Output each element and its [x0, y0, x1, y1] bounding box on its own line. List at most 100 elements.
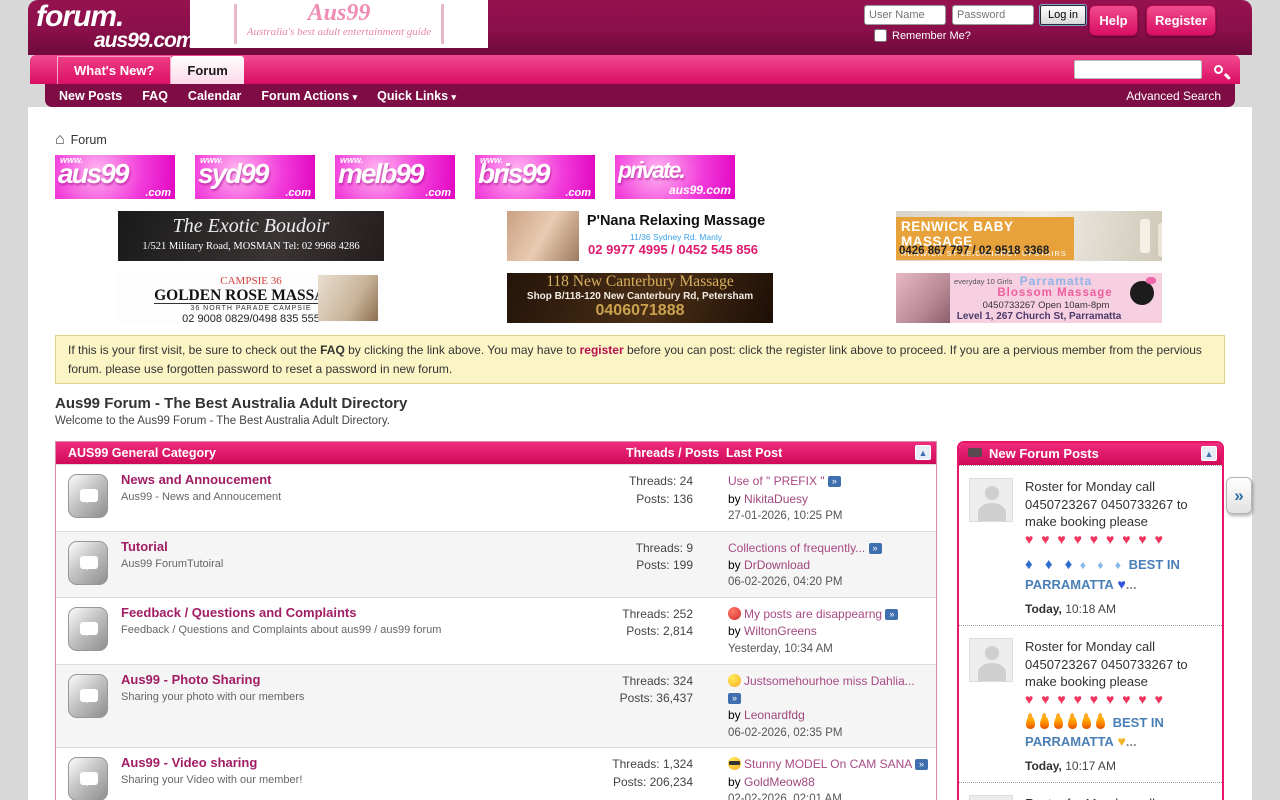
chevron-down-icon: ▾	[353, 92, 358, 102]
first-visit-notice: If this is your first visit, be sure to …	[55, 335, 1225, 384]
password-input[interactable]	[952, 5, 1034, 25]
tab-forum[interactable]: Forum	[171, 56, 243, 84]
ad-renwick-massage[interactable]: RENWICK BABY MASSAGE RENWICK ST LEICHHAR…	[896, 211, 1162, 261]
last-post-link[interactable]: Stunny MODEL On CAM SANA	[744, 757, 912, 771]
speech-bubble-icon	[968, 448, 982, 457]
heart-emojis: ♥ ♥ ♥ ♥ ♥ ♥ ♥ ♥ ♥	[1025, 691, 1214, 708]
tab-whats-new[interactable]: What's New?	[57, 56, 171, 84]
sidebar-header: New Forum Posts ▲	[959, 443, 1222, 465]
last-post-column-header: Last Post	[726, 442, 782, 464]
last-post-user-link[interactable]: DrDownload	[744, 558, 810, 572]
banner-melb99[interactable]: www. melb99 .com	[335, 155, 455, 199]
goto-last-post-icon[interactable]: »	[915, 759, 928, 770]
faq-link[interactable]: FAQ	[320, 343, 345, 357]
nav-calendar[interactable]: Calendar	[188, 89, 242, 103]
search-button[interactable]	[1202, 61, 1234, 79]
header-banner-ad[interactable]: Aus99 Australia's best adult entertainme…	[190, 0, 488, 48]
speech-bubble-icon	[80, 772, 98, 785]
cool-face-icon	[728, 757, 741, 770]
forum-stats: Threads: 1,324Posts: 206,234	[558, 755, 693, 800]
last-post-link[interactable]: My posts are disappearng	[744, 607, 882, 621]
home-icon[interactable]: ⌂	[55, 131, 65, 149]
username-input[interactable]	[864, 5, 946, 25]
last-post-user-link[interactable]: NikitaDuesy	[744, 492, 808, 506]
forum-link[interactable]: News and Annoucement	[121, 472, 558, 487]
forum-link[interactable]: Aus99 - Photo Sharing	[121, 672, 558, 687]
new-forum-posts-panel: New Forum Posts ▲ Roster for Monday call…	[957, 441, 1224, 800]
last-post-user-link[interactable]: Leonardfdg	[744, 708, 805, 722]
forum-description: Sharing your photo with our members	[121, 691, 558, 703]
banner-aus99[interactable]: www. aus99 .com	[55, 155, 175, 199]
forum-stats: Threads: 252Posts: 2,814	[558, 605, 693, 657]
forum-stats: Threads: 24Posts: 136	[558, 472, 693, 524]
search-icon	[1214, 65, 1223, 74]
login-bar: Log in	[864, 5, 1086, 25]
forum-link[interactable]: Tutorial	[121, 539, 558, 554]
avatar	[969, 795, 1013, 800]
nav-new-posts[interactable]: New Posts	[59, 89, 122, 103]
page-title: Aus99 Forum - The Best Australia Adult D…	[55, 395, 1252, 412]
sidebar-expand-button[interactable]: »	[1226, 477, 1252, 514]
login-button[interactable]: Log in	[1040, 5, 1086, 25]
ad-pnana-massage[interactable]: P'Nana Relaxing Massage 11/36 Sydney Rd.…	[507, 211, 773, 261]
last-post-link[interactable]: Use of " PREFIX "	[728, 474, 825, 488]
ad-golden-rose-massage[interactable]: CAMPSIE 36 GOLDEN ROSE MASSAGE 36 NORTH …	[118, 273, 384, 323]
angry-face-icon	[728, 607, 741, 620]
breadcrumb-forum[interactable]: Forum	[71, 133, 107, 147]
remember-me-checkbox[interactable]	[874, 29, 887, 42]
forum-description: Aus99 ForumTutoiral	[121, 558, 558, 570]
nav-quick-links[interactable]: Quick Links ▾	[377, 89, 456, 103]
forum-row-tutorial: Tutorial Aus99 ForumTutoiral Threads: 9P…	[56, 531, 936, 597]
register-button[interactable]: Register	[1146, 5, 1216, 36]
collapse-category-button[interactable]: ▲	[915, 445, 931, 460]
ad-canterbury-massage[interactable]: 118 New Canterbury Massage Shop B/118-12…	[507, 273, 773, 323]
post-text[interactable]: Roster for Monday call 0450723267 045073…	[1025, 479, 1188, 529]
breadcrumb: ⌂ Forum	[55, 131, 1252, 149]
page-content: ⌂ Forum www. aus99 .com www. syd99 .com …	[28, 107, 1252, 800]
gem-emojis: ♦ ♦ ♦	[1025, 556, 1076, 573]
forum-link[interactable]: Aus99 - Video sharing	[121, 755, 558, 770]
forum-link[interactable]: Feedback / Questions and Complaints	[121, 605, 558, 620]
flame-emojis	[1025, 715, 1109, 730]
forum-row-news: News and Annoucement Aus99 - News and An…	[56, 464, 936, 530]
main-area: AUS99 General Category Threads / Posts L…	[55, 441, 1224, 800]
banner-private-aus99[interactable]: private. aus99.com	[615, 155, 735, 199]
site-logo[interactable]: forum. aus99.com	[36, 2, 194, 51]
nav-faq[interactable]: FAQ	[142, 89, 168, 103]
page-subtitle: Welcome to the Aus99 Forum - The Best Au…	[55, 415, 1252, 427]
ad-parramatta-blossom-massage[interactable]: everyday 10 Girls Parramatta Blossom Mas…	[896, 273, 1162, 323]
nav-forum-actions[interactable]: Forum Actions ▾	[261, 89, 357, 103]
sidebar: New Forum Posts ▲ Roster for Monday call…	[957, 441, 1224, 800]
category-title: AUS99 General Category	[68, 446, 216, 460]
last-post-link[interactable]: Justsomehourhoe miss Dahlia...	[744, 674, 915, 688]
ad-row-1: The Exotic Boudoir 1/521 Military Road, …	[55, 211, 1225, 261]
last-post-cell: Stunny MODEL On CAM SANA » by GoldMeow88…	[728, 755, 928, 800]
banner-pole-graphic	[441, 4, 444, 44]
last-post-cell: Justsomehourhoe miss Dahlia... » by Leon…	[728, 672, 928, 742]
post-text[interactable]: Roster for Monday call 0450723267 045073…	[1025, 639, 1188, 689]
smiley-face-icon	[728, 674, 741, 687]
post-time: Today, 10:18 AM	[1025, 601, 1214, 617]
register-link[interactable]: register	[580, 343, 624, 357]
last-post-date: 06-02-2026, 02:35 PM	[728, 725, 928, 742]
speech-bubble-icon	[80, 556, 98, 569]
last-post-date: 06-02-2026, 04:20 PM	[728, 574, 928, 591]
advanced-search-link[interactable]: Advanced Search	[1126, 89, 1221, 103]
banner-syd99[interactable]: www. syd99 .com	[195, 155, 315, 199]
banner-bris99[interactable]: www. bris99 .com	[475, 155, 595, 199]
post-text[interactable]: Roster for Monday call 0450723267 045073…	[1025, 796, 1188, 800]
goto-last-post-icon[interactable]: »	[828, 476, 841, 487]
goto-last-post-icon[interactable]: »	[885, 609, 898, 620]
speech-bubble-icon	[80, 689, 98, 702]
ad-exotic-boudoir[interactable]: The Exotic Boudoir 1/521 Military Road, …	[118, 211, 384, 261]
goto-last-post-icon[interactable]: »	[728, 693, 741, 704]
goto-last-post-icon[interactable]: »	[869, 543, 882, 554]
collapse-sidebar-button[interactable]: ▲	[1201, 446, 1217, 461]
remember-me[interactable]: Remember Me?	[874, 29, 971, 42]
last-post-cell: Collections of frequently... » by DrDown…	[728, 539, 928, 591]
help-button[interactable]: Help	[1089, 5, 1138, 36]
last-post-link[interactable]: Collections of frequently...	[728, 541, 865, 555]
search-input[interactable]	[1074, 60, 1202, 79]
last-post-user-link[interactable]: GoldMeow88	[744, 775, 815, 789]
last-post-user-link[interactable]: WiltonGreens	[744, 624, 817, 638]
